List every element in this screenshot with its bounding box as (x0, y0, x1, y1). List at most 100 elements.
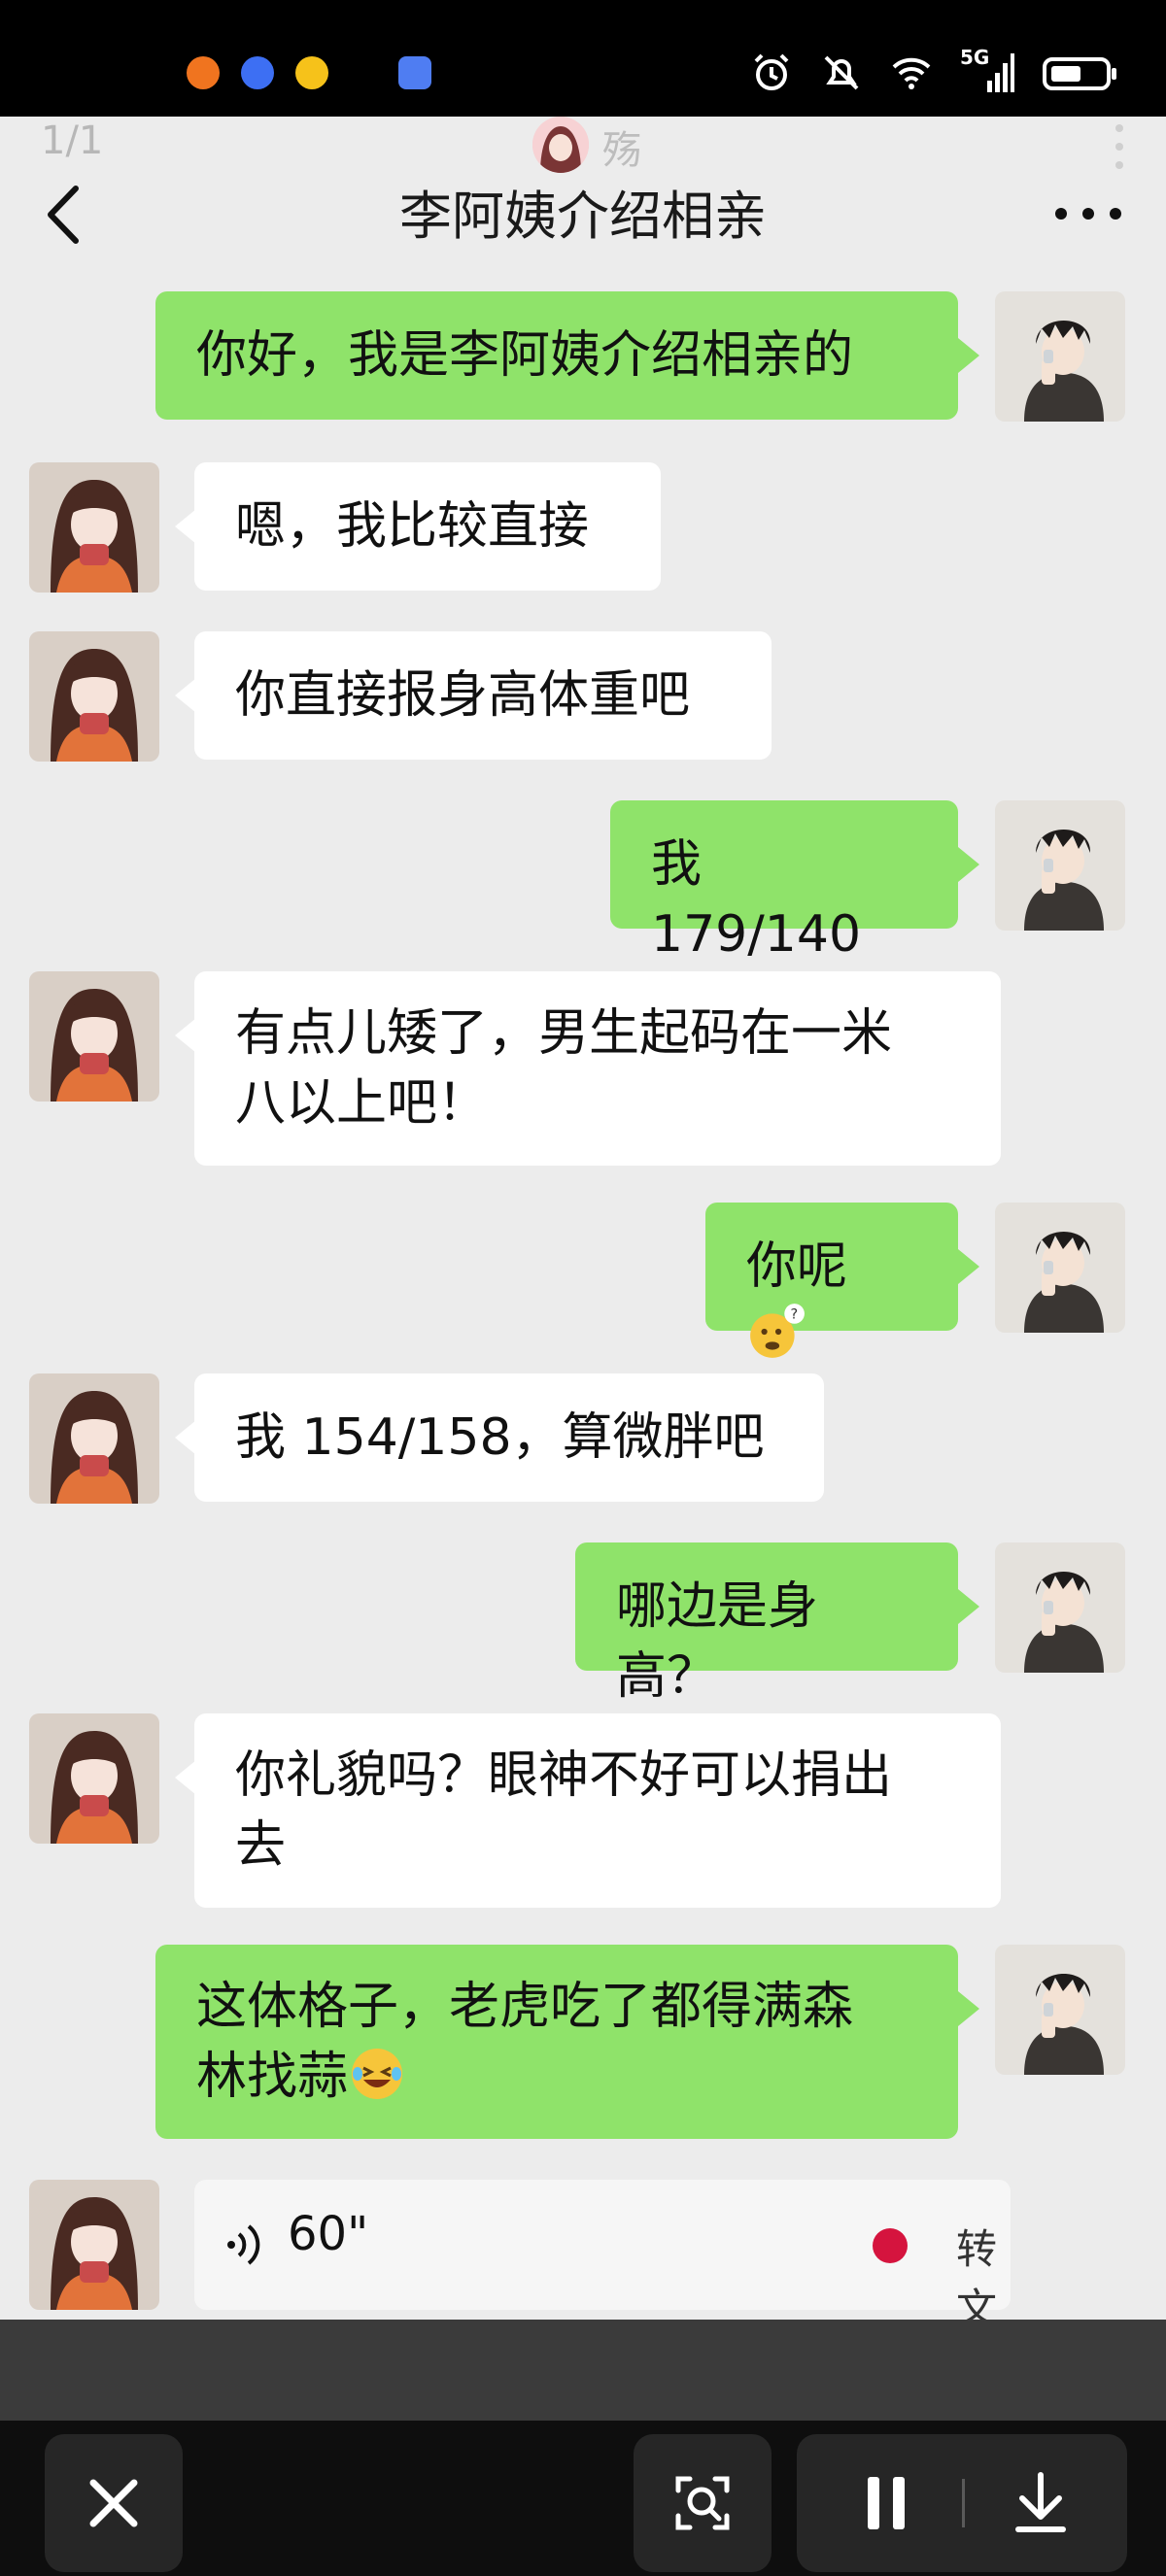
status-icons: 5G (750, 46, 1119, 97)
page-indicator: 1/1 (41, 119, 104, 163)
bubble-tail (175, 1018, 196, 1053)
male-avatar[interactable] (995, 800, 1125, 931)
bubble-tail (175, 509, 196, 544)
bubble-tail (175, 1760, 196, 1795)
male-avatar-image (995, 291, 1125, 422)
more-icon[interactable] (1049, 194, 1127, 233)
message-row: 你呢 ? (0, 1203, 1166, 1358)
chat-header: 1/1 殇 李阿姨介绍相亲 (0, 117, 1166, 282)
message-bubble-received[interactable]: 有点儿矮了，男生起码在一米 八以上吧！ (194, 971, 1001, 1166)
male-avatar[interactable] (995, 1203, 1125, 1333)
message-text: 你好，我是李阿姨介绍相亲的 (196, 326, 854, 385)
message-row: 嗯，我比较直接 (0, 462, 1166, 598)
app-dot-blue-2 (398, 56, 431, 89)
male-avatar[interactable] (995, 1945, 1125, 2075)
male-avatar-image (995, 1542, 1125, 1673)
message-bubble-received[interactable]: 你直接报身高体重吧 (194, 631, 772, 760)
app-dot-blue (241, 56, 274, 89)
bubble-tail (958, 1249, 979, 1284)
signal-bars-icon (987, 53, 1014, 92)
message-text-line: 去 (235, 1816, 287, 1875)
female-avatar[interactable] (29, 1373, 159, 1504)
message-bubble-received[interactable]: 你礼貌吗？眼神不好可以捐出 去 (194, 1713, 1001, 1908)
viewer-toolbar (0, 2320, 1166, 2576)
message-bubble-sent[interactable]: 你好，我是李阿姨介绍相亲的 (155, 291, 958, 420)
status-bar: 5G (0, 0, 1166, 117)
message-row: 有点儿矮了，男生起码在一米 八以上吧！ (0, 971, 1166, 1175)
pause-icon[interactable] (816, 2434, 954, 2572)
female-avatar-image (29, 1373, 159, 1504)
controls-divider (962, 2479, 965, 2527)
app-dot-yellow (295, 56, 328, 89)
wifi-icon (892, 57, 931, 89)
voice-wave-icon (227, 2224, 260, 2265)
message-bubble-received[interactable]: 嗯，我比较直接 (194, 462, 661, 591)
app-dot-orange (187, 56, 220, 89)
chat-title: 李阿姨介绍相亲 (399, 186, 767, 247)
male-avatar-image (995, 800, 1125, 931)
toolbar-strip (0, 2320, 1166, 2421)
viewer-avatar-image (532, 117, 589, 173)
message-text-line-wrap: 林找蒜 (196, 2042, 917, 2112)
alarm-icon (754, 53, 789, 90)
message-bubble-sent[interactable]: 你呢 ? (705, 1203, 958, 1358)
male-avatar-image (995, 1203, 1125, 1333)
message-row: 你礼貌吗？眼神不好可以捐出 去 (0, 1713, 1166, 1917)
female-avatar[interactable] (29, 1713, 159, 1844)
close-button[interactable] (45, 2434, 183, 2572)
message-text-line: 八以上吧！ (235, 1074, 489, 1133)
female-avatar-image (29, 2180, 159, 2310)
download-icon[interactable] (972, 2434, 1110, 2572)
thinking-emoji-icon: ? (750, 1304, 805, 1358)
message-text: 嗯，我比较直接 (235, 497, 590, 556)
bubble-tail (958, 847, 979, 882)
message-text-line: 有点儿矮了，男生起码在一米 (235, 1004, 893, 1063)
female-avatar[interactable] (29, 631, 159, 762)
message-bubble-sent[interactable]: 我 179/140 (610, 800, 958, 964)
scan-button[interactable] (634, 2434, 772, 2572)
scan-icon (675, 2476, 730, 2530)
bubble-tail (175, 678, 196, 713)
female-avatar-image (29, 631, 159, 762)
female-avatar[interactable] (29, 2180, 159, 2310)
female-avatar[interactable] (29, 462, 159, 593)
message-bubble-sent[interactable]: 哪边是身高？ (575, 1542, 958, 1706)
message-row: 你好，我是李阿姨介绍相亲的 (0, 291, 1166, 427)
bubble-tail (958, 1991, 979, 2026)
message-row: 这体格子，老虎吃了都得满森 林找蒜 (0, 1945, 1166, 2149)
message-row: 哪边是身高？ (0, 1542, 1166, 1706)
male-avatar[interactable] (995, 291, 1125, 422)
message-text: 你直接报身高体重吧 (235, 666, 691, 725)
voice-message-row: 60" 转文字 (0, 2180, 1166, 2391)
message-text-line: 林找蒜 (196, 2048, 349, 2106)
female-avatar[interactable] (29, 971, 159, 1102)
chat-area: 1/1 殇 李阿姨介绍相亲 你好，我是李阿姨介绍相亲的 嗯，我比较直接 你直接报… (0, 117, 1166, 2391)
bubble-tail (958, 1589, 979, 1624)
close-icon (89, 2479, 138, 2527)
voice-duration: 60" (288, 2207, 369, 2261)
unread-dot (873, 2228, 908, 2263)
bubble-tail (175, 1420, 196, 1455)
message-row: 你直接报身高体重吧 (0, 631, 1166, 767)
bubble-tail (958, 338, 979, 373)
message-bubble-sent[interactable]: 这体格子，老虎吃了都得满森 林找蒜 (155, 1945, 958, 2139)
female-avatar-image (29, 971, 159, 1102)
message-text: 你呢 (746, 1237, 848, 1296)
message-bubble-received[interactable]: 我 154/158，算微胖吧 (194, 1373, 824, 1502)
cellular-signal: 5G (960, 46, 1014, 94)
message-text-line: 这体格子，老虎吃了都得满森 (196, 1978, 854, 2036)
voice-message-bubble[interactable]: 60" 转文字 (194, 2180, 1011, 2391)
male-avatar[interactable] (995, 1542, 1125, 1673)
viewer-avatar[interactable] (532, 117, 589, 173)
message-text: 我 179/140 (651, 835, 862, 964)
mute-icon (824, 55, 859, 90)
svg-text:?: ? (790, 1307, 798, 1323)
message-row: 我 179/140 (0, 800, 1166, 964)
female-avatar-image (29, 462, 159, 593)
message-text: 我 154/158，算微胖吧 (235, 1408, 765, 1467)
message-text-line: 你礼貌吗？眼神不好可以捐出 (235, 1746, 893, 1805)
playback-controls (797, 2434, 1127, 2572)
female-avatar-image (29, 1713, 159, 1844)
screen: 5G 1/1 殇 李阿姨介绍相亲 你好，我是李阿姨介绍相亲的 嗯，我比较直接 你… (0, 0, 1166, 2576)
viewer-more-icon[interactable] (1115, 122, 1123, 171)
